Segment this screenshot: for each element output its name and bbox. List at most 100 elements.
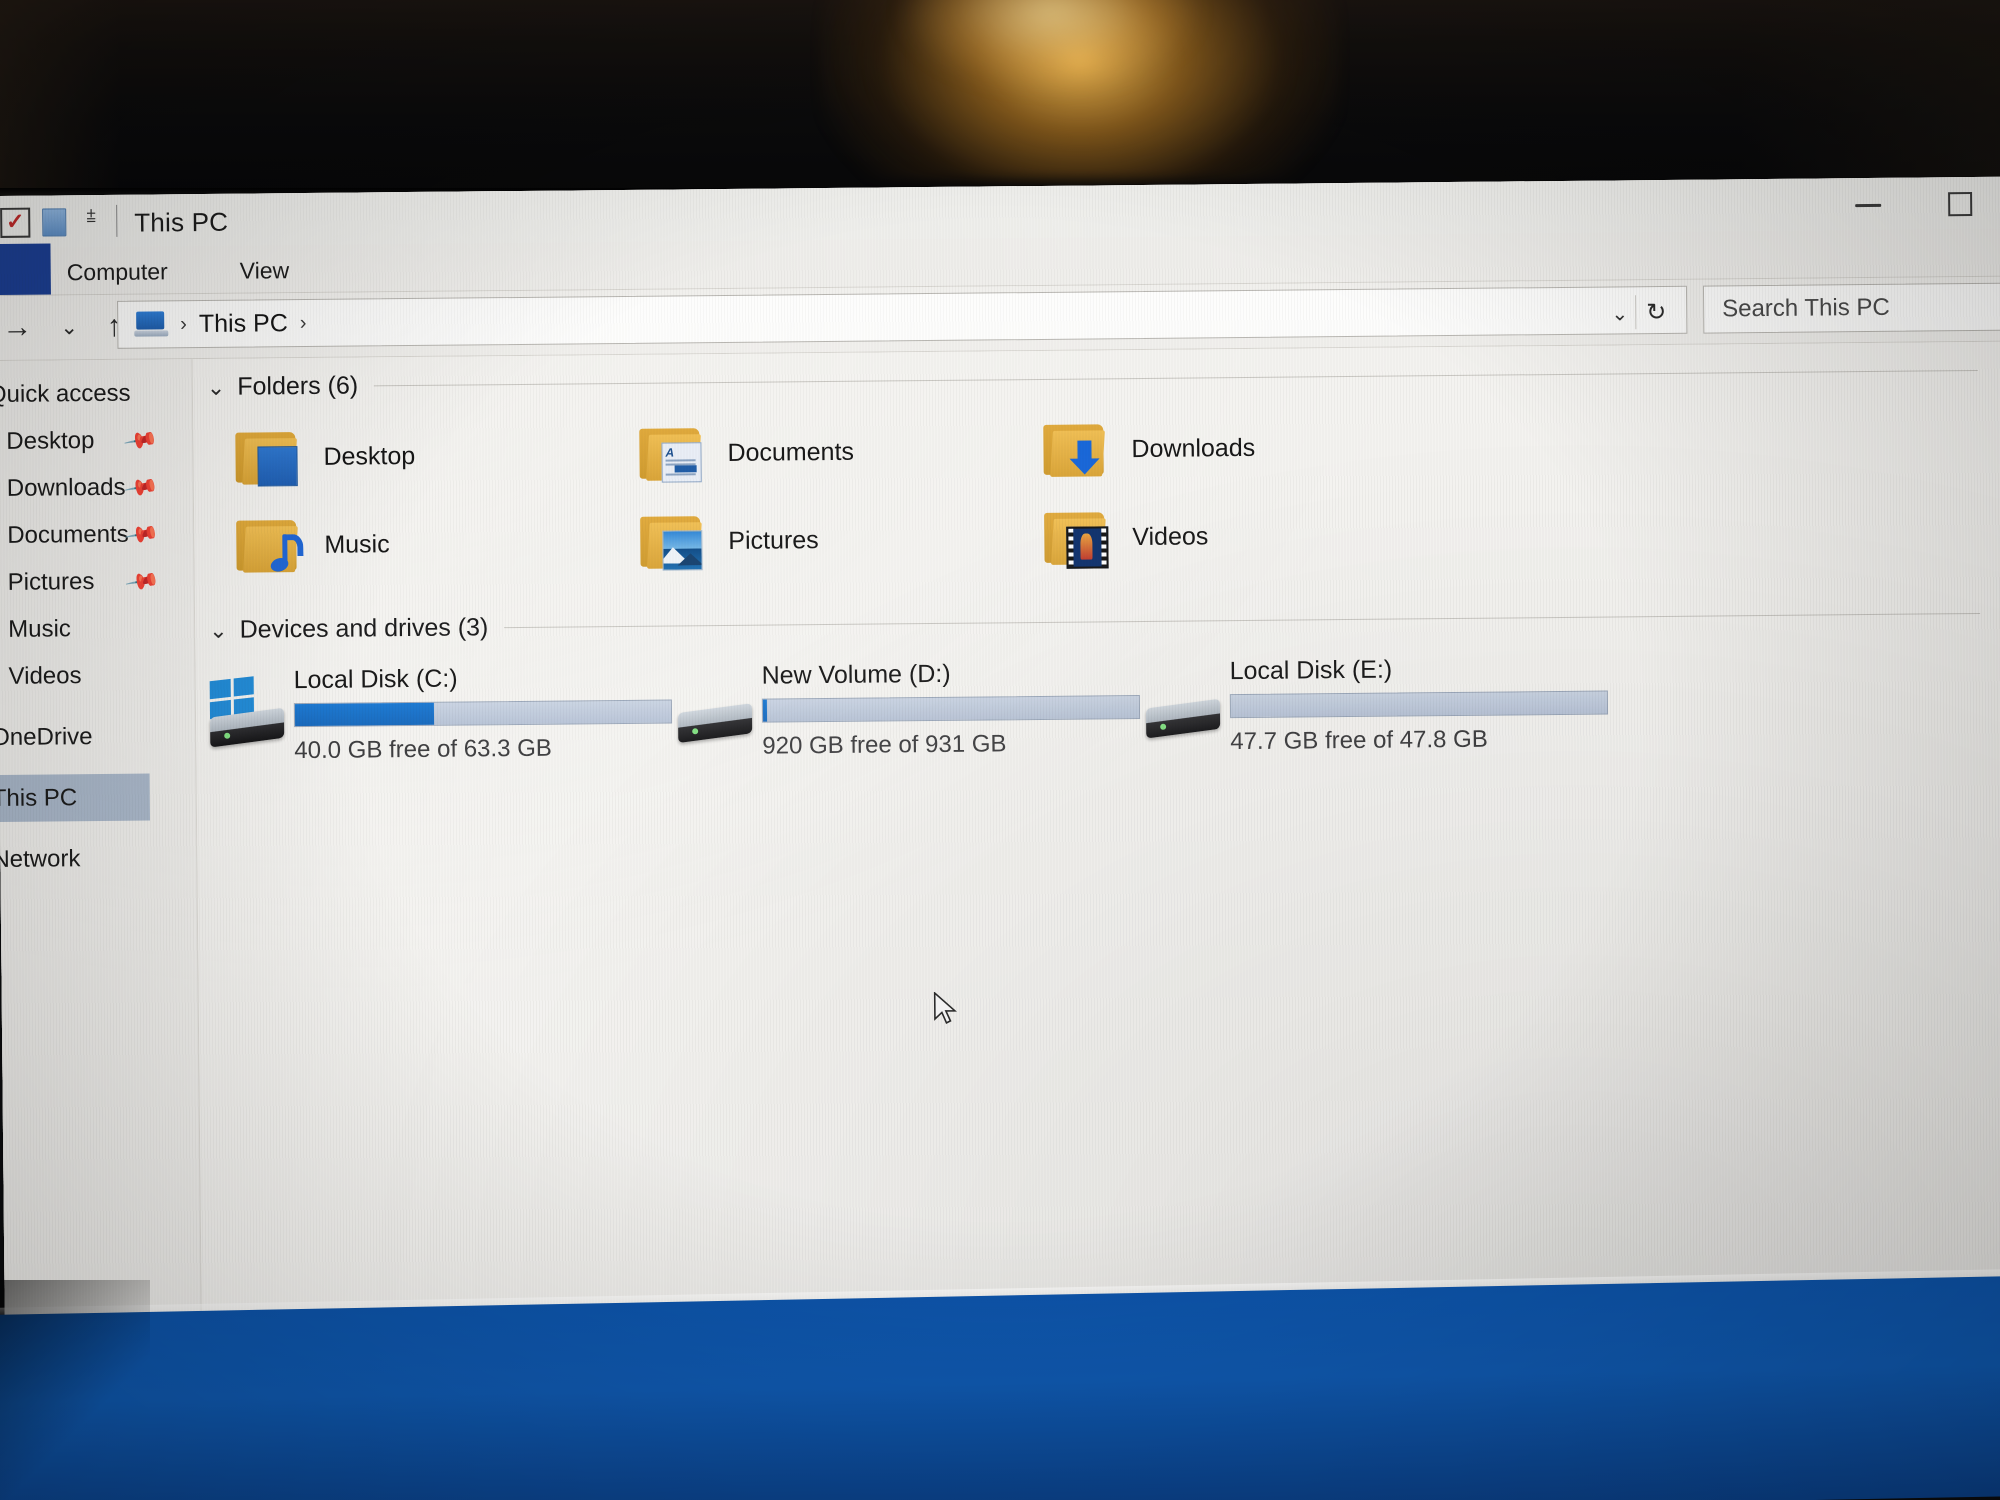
note-flag [285, 534, 304, 557]
chevron-down-icon[interactable]: ⌄ [209, 617, 228, 643]
sidebar-label: OneDrive [0, 722, 93, 751]
folder-desktop-icon [235, 428, 300, 487]
tab-view[interactable]: View [230, 251, 300, 291]
chevron-down-icon[interactable]: ⌄ [207, 374, 226, 400]
folder-label: Music [324, 529, 390, 559]
folder-item-desktop[interactable]: Desktop [235, 410, 640, 502]
doc-block [674, 465, 697, 473]
sidebar-label: This PC [0, 783, 78, 812]
win-quad [233, 676, 254, 697]
capacity-bar [1229, 690, 1609, 719]
minimize-icon [1855, 203, 1882, 207]
drive-item-local-disk-e[interactable]: Local Disk (E:) 47.7 GB free of 47.8 GB [1139, 648, 1609, 762]
drive-item-new-volume-d[interactable]: New Volume (D:) 920 GB free of 931 GB [671, 652, 1141, 766]
music-note-icon [258, 534, 304, 574]
capacity-bar-fill [294, 702, 435, 727]
search-box[interactable]: Search This PC [1702, 282, 2000, 334]
sidebar-item-downloads[interactable]: Downloads 📌 [0, 463, 193, 512]
pin-icon[interactable]: 📌 [122, 422, 160, 459]
sidebar-label: Network [0, 844, 81, 873]
sidebar-item-videos[interactable]: Videos [0, 651, 195, 700]
file-explorer-window: ✓ ⩲ This PC Computer View → ⌄ ↑ › This P… [0, 176, 2000, 1381]
picture-emblem-icon [662, 530, 703, 571]
content-pane[interactable]: ⌄ Folders (6) Desktop A Documents Downlo… [192, 341, 2000, 1380]
sidebar-item-music[interactable]: Music [0, 604, 194, 653]
drive-name: New Volume (D:) [761, 659, 951, 690]
drive-item-local-disk-c[interactable]: Local Disk (C:) 40.0 GB free of 63.3 GB [203, 657, 673, 771]
bezel-light-reflection-core [900, 0, 1200, 90]
doc-letter-a: A [665, 445, 675, 460]
folder-item-videos[interactable]: Videos [1044, 490, 1449, 582]
sidebar-label: Documents [7, 520, 129, 549]
tab-computer[interactable]: Computer [57, 252, 178, 292]
sidebar-item-desktop[interactable]: Desktop 📌 [0, 416, 193, 465]
drive-body [677, 703, 753, 743]
drive-info: Local Disk (E:) 47.7 GB free of 47.8 GB [1229, 648, 1609, 757]
drive-free-space: 40.0 GB free of 63.3 GB [294, 734, 552, 765]
checkmark-icon: ✓ [5, 208, 25, 234]
sidebar-item-onedrive[interactable]: OneDrive [0, 712, 195, 761]
maximize-icon [1948, 192, 1973, 217]
drive-led [224, 732, 231, 739]
sidebar-item-pictures[interactable]: Pictures 📌 [0, 557, 194, 606]
explorer-body: Quick access Desktop 📌 Downloads 📌 Docum… [0, 341, 2000, 1381]
film-strip-icon [1066, 526, 1109, 569]
search-placeholder: Search This PC [1722, 293, 1890, 323]
quick-access-customize-caret-icon[interactable]: ⩲ [86, 207, 96, 227]
file-menu-button[interactable] [0, 243, 51, 297]
drive-info: New Volume (D:) 920 GB free of 931 GB [761, 652, 1141, 761]
address-bar[interactable]: › This PC › ⌄ ↻ [117, 285, 1688, 349]
group-rule [504, 612, 1981, 629]
ribbon-tabs: Computer View [57, 251, 300, 292]
forward-button[interactable]: → [0, 308, 45, 349]
arrow-head [1069, 458, 1100, 475]
drive-led [1160, 723, 1167, 730]
sidebar-item-quick-access[interactable]: Quick access [0, 369, 192, 418]
recent-locations-caret-icon[interactable]: ⌄ [47, 307, 91, 347]
group-header-folders[interactable]: ⌄ Folders (6) [207, 356, 2000, 402]
monitor-stand-glyph [134, 330, 169, 337]
document-emblem-icon: A [661, 442, 702, 483]
sidebar-item-network[interactable]: Network [0, 834, 196, 883]
sidebar-label: Downloads [6, 473, 126, 502]
sidebar-label: Quick access [0, 379, 131, 408]
group-header-devices[interactable]: ⌄ Devices and drives (3) [209, 599, 2000, 645]
folder-glyph-icon [42, 208, 67, 237]
folder-item-music[interactable]: Music [236, 498, 641, 590]
bezel-left-shadow [0, 0, 120, 210]
capacity-bar [293, 699, 673, 728]
breadcrumb-separator-2[interactable]: › [300, 312, 307, 335]
folder-item-downloads[interactable]: Downloads [1043, 402, 1448, 494]
breadcrumb-separator-1: › [180, 312, 188, 335]
address-dropdown-icon[interactable]: ⌄ [1611, 301, 1628, 326]
breadcrumb-item-this-pc[interactable]: This PC [199, 309, 288, 339]
sidebar-item-documents[interactable]: Documents 📌 [0, 510, 193, 559]
window-controls [1822, 183, 2000, 227]
capacity-bar [761, 695, 1141, 723]
minimize-button[interactable] [1822, 184, 1914, 227]
this-pc-icon [134, 311, 169, 337]
group-title: Devices and drives (3) [239, 613, 489, 644]
folder-item-pictures[interactable]: Pictures [640, 494, 1045, 586]
quick-access-new-folder-icon[interactable] [42, 207, 68, 237]
drive-info: Local Disk (C:) 40.0 GB free of 63.3 GB [293, 657, 673, 766]
pin-icon[interactable]: 📌 [122, 469, 160, 506]
drives-grid: Local Disk (C:) 40.0 GB free of 63.3 GB [203, 644, 2000, 771]
quick-access-properties-icon[interactable]: ✓ [0, 207, 31, 238]
drive-led [692, 728, 699, 735]
drive-name: Local Disk (C:) [293, 664, 458, 695]
folder-music-icon [236, 516, 304, 575]
drive-body [1145, 698, 1221, 739]
drive-free-space: 920 GB free of 931 GB [762, 730, 1007, 760]
film-frame-figure [1080, 533, 1093, 560]
drive-free-space: 47.7 GB free of 47.8 GB [1230, 725, 1488, 756]
sidebar-label: Pictures [7, 567, 95, 596]
maximize-button[interactable] [1914, 183, 2000, 226]
folder-item-documents[interactable]: A Documents [639, 406, 1044, 498]
bezel-right-shadow [1740, 0, 2000, 205]
sidebar-item-this-pc[interactable]: This PC [0, 773, 151, 822]
folder-label: Downloads [1131, 433, 1256, 463]
pin-icon[interactable]: 📌 [123, 563, 161, 600]
refresh-button[interactable]: ↻ [1635, 294, 1677, 330]
